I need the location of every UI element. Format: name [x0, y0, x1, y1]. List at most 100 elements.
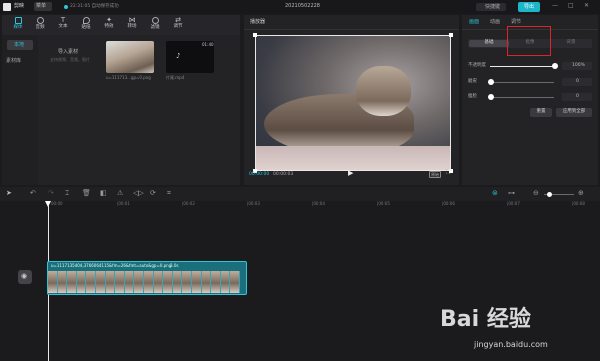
reset-button[interactable]: 重置 [530, 108, 552, 117]
timeline-toolbar: ➤ ↶ ↷ ⌶ 🗑 ◧ ⚠ ◁▷ ⟳ ⌗ ⊜ ⊶ ⊖ ⊕ [0, 187, 600, 201]
blanket-image [256, 146, 450, 170]
adjust-icon: ⇄ [175, 16, 181, 24]
import-hint: 支持视频、音频、图片 [50, 57, 90, 62]
cat-head-image [356, 66, 411, 116]
player-title: 播放器 [250, 19, 266, 25]
frame-image [57, 271, 68, 293]
filter-icon [151, 17, 159, 24]
preview-axis-icon[interactable]: ⊶ [508, 190, 515, 197]
frame-image [144, 271, 154, 293]
apply-all-button[interactable]: 应用到全部 [556, 108, 592, 117]
tab-media[interactable]: 媒体 [8, 17, 28, 31]
app-name: 剪映 [14, 3, 25, 9]
clip-filmstrip [48, 271, 246, 293]
clip-label: u=1117135404,3766064115&fm=26&fmt=auto&g… [51, 263, 172, 268]
thin-face-slider-handle[interactable] [488, 94, 494, 100]
properties-panel: 画面 动画 调节 基础 抠像 背景 不透明度 100% 磨皮 0 瘦脸 0 重置… [462, 15, 598, 185]
frame-image [105, 271, 116, 293]
export-button[interactable]: 导出 [518, 2, 540, 12]
player-panel: 播放器 00:00:00 00:00:03 ▶ 原始 ⛶ [244, 15, 459, 185]
player-canvas[interactable] [255, 35, 451, 171]
fullscreen-icon[interactable]: ⛶ [446, 170, 450, 176]
watermark-brand: Bai 经验 [440, 307, 531, 332]
tab-transition[interactable]: ⋈ 转场 [122, 17, 142, 30]
cover-icon: ◉ [21, 272, 28, 280]
sticker-icon [82, 17, 90, 24]
frame-image [201, 271, 212, 293]
subtab-basic[interactable]: 基础 [469, 40, 509, 47]
rotate-icon[interactable]: ⟳ [150, 190, 156, 197]
menu-button[interactable]: 菜单 [34, 2, 52, 11]
minimize-icon[interactable]: — [552, 3, 558, 9]
frame-image [230, 271, 240, 293]
thin-face-input[interactable]: 0 [562, 93, 592, 101]
frame-image [220, 271, 231, 293]
smooth-input[interactable]: 0 [562, 78, 592, 86]
smooth-slider-handle[interactable] [488, 79, 494, 85]
watermark-url: jingyan.baidu.com [474, 340, 548, 349]
video-clip[interactable]: u=1117135404,3766064115&fm=26&fmt=auto&g… [47, 261, 247, 295]
crop-handle-tl[interactable] [253, 33, 257, 37]
opacity-slider[interactable] [490, 66, 554, 67]
tab-picture[interactable]: 画面 [469, 20, 479, 25]
zoom-in-icon[interactable]: ⊕ [578, 190, 584, 197]
smooth-slider[interactable] [490, 82, 554, 83]
crop-handle-tr[interactable] [449, 33, 453, 37]
select-tool-icon[interactable]: ➤ [6, 190, 12, 197]
crop-icon[interactable]: ⌗ [167, 190, 171, 197]
shortcut-button[interactable]: 快捷键 [476, 3, 506, 11]
opacity-slider-handle[interactable] [552, 63, 558, 69]
effects-icon: ✦ [106, 16, 112, 24]
tab-adjustment[interactable]: 调节 [511, 20, 521, 25]
subtab-background[interactable]: 背景 [551, 40, 591, 47]
save-status-icon [64, 5, 68, 9]
link-icon[interactable]: ⊜ [492, 190, 498, 197]
frame-image [76, 271, 87, 293]
track-cover-button[interactable]: ◉ [18, 270, 32, 284]
frame-image [172, 271, 183, 293]
tab-effects[interactable]: ✦ 特效 [99, 17, 119, 30]
tab-filter[interactable]: 滤镜 [145, 17, 165, 31]
tab-sticker[interactable]: 贴纸 [76, 17, 96, 31]
frame-image [153, 271, 164, 293]
mirror-icon[interactable]: ⚠ [117, 190, 123, 197]
timeline-ruler: 00:00 |00:01 |00:02 |00:03 |00:04 |00:05… [51, 201, 585, 206]
freeze-icon[interactable]: ◧ [100, 190, 107, 197]
undo-icon[interactable]: ↶ [30, 190, 36, 197]
frame-image [192, 271, 202, 293]
frame-image [124, 271, 135, 293]
baidu-watermark: Bai 经验 jingyan.baidu.com [430, 301, 590, 356]
toolbar-tabs: 媒体 音频 T 文本 贴纸 ✦ 特效 ⋈ 转场 滤镜 ⇄ 调节 [2, 15, 240, 35]
close-icon[interactable]: ✕ [584, 3, 589, 9]
ratio-button[interactable]: 原始 [429, 171, 441, 178]
thin-face-row: 瘦脸 0 [468, 92, 592, 102]
tab-animation[interactable]: 动画 [490, 20, 500, 25]
autosave-status: 22:31:05 自动保存成功 [70, 4, 119, 9]
import-area[interactable]: 导入素材 支持视频、音频、图片 [50, 40, 100, 70]
zoom-out-icon[interactable]: ⊖ [533, 190, 539, 197]
split-icon[interactable]: ⌶ [65, 190, 69, 197]
tab-text[interactable]: T 文本 [53, 17, 73, 30]
tab-adjust[interactable]: ⇄ 调节 [168, 17, 188, 30]
frame-image [182, 271, 192, 293]
thin-face-slider[interactable] [490, 97, 554, 98]
delete-icon[interactable]: 🗑 [82, 190, 91, 197]
zoom-slider-handle[interactable] [547, 192, 552, 197]
audio-icon [36, 17, 44, 24]
frame-image [67, 271, 77, 293]
media-thumbnail-ending-name: 片尾.mp4 [166, 75, 185, 80]
tab-audio[interactable]: 音频 [30, 17, 50, 31]
media-thumbnail-image[interactable] [106, 41, 154, 73]
flip-icon[interactable]: ◁▷ [133, 190, 144, 197]
media-thumbnail-ending[interactable]: ♪ 01:40 [166, 41, 214, 73]
frame-image [115, 271, 125, 293]
sidebar-item-local[interactable]: 本地 [7, 40, 33, 50]
maximize-icon[interactable]: □ [568, 3, 574, 9]
play-icon[interactable]: ▶ [348, 170, 353, 177]
app-logo-icon [3, 3, 11, 11]
redo-icon[interactable]: ↷ [48, 190, 54, 197]
player-divider [244, 29, 459, 30]
import-label: 导入素材 [58, 49, 79, 55]
opacity-input[interactable]: 100% [562, 62, 592, 70]
sidebar-item-library[interactable]: 素材库 [6, 57, 36, 65]
